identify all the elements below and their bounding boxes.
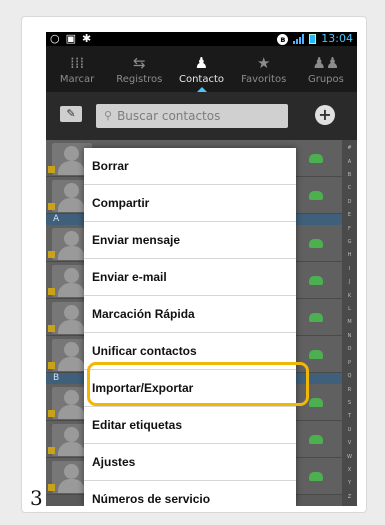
phone-icon[interactable]	[309, 472, 323, 481]
tab-label: Favoritos	[241, 74, 287, 85]
alphabet-index-letter[interactable]: K	[348, 293, 351, 299]
contact-badge	[48, 484, 55, 491]
search-input[interactable]: ⚲ Buscar contactos	[96, 104, 288, 128]
contact-badge	[48, 325, 55, 332]
contact-badge	[48, 203, 55, 210]
alphabet-index-letter[interactable]: U	[348, 427, 352, 433]
alphabet-index-letter[interactable]: Q	[348, 374, 352, 379]
menu-item-marcacion-rapida[interactable]: Marcación Rápida	[84, 296, 296, 333]
phone-icon[interactable]	[309, 191, 323, 200]
android-icon: ✱	[82, 32, 92, 45]
phone-icon[interactable]	[309, 154, 323, 163]
alphabet-index-letter[interactable]: J	[349, 280, 350, 285]
contact-badge	[48, 166, 55, 173]
contact-badge	[48, 362, 55, 369]
phone-icon[interactable]	[309, 239, 323, 248]
alphabet-index-letter[interactable]: R	[348, 387, 351, 393]
alphabet-index-letter[interactable]: C	[348, 186, 352, 191]
tab-grupos[interactable]: ♟♟ Grupos	[295, 46, 357, 92]
dialpad-icon: ⁞⁞⁞	[69, 54, 85, 72]
alphabet-index-letter[interactable]: N	[348, 333, 352, 339]
person-icon: ♟	[194, 54, 209, 72]
alphabet-index-letter[interactable]: P	[348, 360, 351, 366]
alphabet-index-letter[interactable]: O	[348, 347, 352, 352]
star-icon: ★	[256, 54, 271, 72]
tab-label: Grupos	[307, 74, 344, 85]
contact-badge	[48, 410, 55, 417]
menu-item-unificar-contactos[interactable]: Unificar contactos	[84, 333, 296, 370]
menu-item-editar-etiquetas[interactable]: Editar etiquetas	[84, 407, 296, 444]
alphabet-index-letter[interactable]: Z	[348, 494, 351, 500]
signal-icon	[293, 34, 305, 44]
menu-item-borrar[interactable]: Borrar	[84, 148, 296, 185]
page: 3 ○ ▣ ✱ ʙ 13:04 ⁞⁞⁞ Marcar ⇆ Registros ♟…	[0, 0, 385, 525]
group-icon: ♟♟	[312, 54, 340, 72]
step-number: 3	[30, 486, 43, 510]
alphabet-index[interactable]: # A B C D E F G H I J K L M N O P Q R S T U V W X Y Z	[342, 140, 357, 506]
contact-badge	[48, 447, 55, 454]
alphabet-index-letter[interactable]: T	[348, 414, 351, 419]
menu-item-numeros-de-servicio[interactable]: Números de servicio	[84, 481, 296, 506]
compose-message-icon[interactable]: ✎	[60, 106, 82, 122]
contact-badge	[48, 288, 55, 295]
add-contact-button[interactable]: +	[315, 105, 335, 125]
alphabet-index-letter[interactable]: H	[348, 253, 352, 258]
tab-label: Contacto	[178, 74, 225, 85]
alphabet-index-letter[interactable]: X	[348, 467, 351, 473]
phone-icon[interactable]	[309, 313, 323, 322]
bluetooth-icon: ʙ	[277, 33, 289, 45]
alphabet-index-letter[interactable]: D	[348, 199, 352, 205]
phone-icon[interactable]	[309, 350, 323, 359]
tab-registros[interactable]: ⇆ Registros	[108, 46, 170, 92]
alphabet-index-letter[interactable]: V	[348, 441, 351, 446]
menu-item-enviar-email[interactable]: Enviar e-mail	[84, 259, 296, 296]
phone-icon[interactable]	[309, 398, 323, 407]
circle-outline-icon: ○	[50, 32, 60, 45]
phone-icon[interactable]	[309, 435, 323, 444]
image-icon: ▣	[65, 32, 77, 45]
contact-badge	[48, 251, 55, 258]
swap-arrows-icon: ⇆	[133, 54, 146, 72]
phone-screen: ○ ▣ ✱ ʙ 13:04 ⁞⁞⁞ Marcar ⇆ Registros ♟ C…	[46, 32, 357, 506]
tab-bar: ⁞⁞⁞ Marcar ⇆ Registros ♟ Contacto ★ Favo…	[46, 46, 357, 92]
phone-icon[interactable]	[309, 276, 323, 285]
tab-label: Marcar	[59, 74, 95, 85]
status-bar: ○ ▣ ✱ ʙ 13:04	[46, 32, 357, 46]
search-row: ✎ ⚲ Buscar contactos +	[46, 92, 357, 140]
alphabet-index-letter[interactable]: S	[348, 400, 351, 406]
alphabet-index-letter[interactable]: W	[347, 454, 352, 460]
alphabet-index-letter[interactable]: G	[348, 240, 352, 245]
tab-marcar[interactable]: ⁞⁞⁞ Marcar	[46, 46, 108, 92]
alphabet-index-letter[interactable]: #	[347, 146, 351, 151]
alphabet-index-letter[interactable]: B	[348, 173, 351, 178]
alphabet-index-letter[interactable]: F	[348, 226, 351, 232]
menu-item-importar-exportar[interactable]: Importar/Exportar	[84, 370, 296, 407]
search-placeholder: Buscar contactos	[117, 109, 221, 123]
alphabet-index-letter[interactable]: L	[348, 307, 351, 312]
battery-icon	[309, 34, 317, 44]
alphabet-index-letter[interactable]: Y	[348, 481, 351, 486]
context-menu: Borrar Compartir Enviar mensaje Enviar e…	[84, 148, 296, 506]
menu-item-enviar-mensaje[interactable]: Enviar mensaje	[84, 222, 296, 259]
tab-favoritos[interactable]: ★ Favoritos	[233, 46, 295, 92]
tab-label: Registros	[116, 74, 163, 85]
menu-item-ajustes[interactable]: Ajustes	[84, 444, 296, 481]
alphabet-index-letter[interactable]: M	[347, 320, 351, 325]
search-icon: ⚲	[104, 109, 113, 122]
alphabet-index-letter[interactable]: E	[348, 213, 351, 218]
alphabet-index-letter[interactable]: I	[349, 266, 350, 272]
status-time: 13:04	[321, 32, 353, 45]
tab-contacto[interactable]: ♟ Contacto	[170, 46, 232, 92]
menu-item-compartir[interactable]: Compartir	[84, 185, 296, 222]
alphabet-index-letter[interactable]: A	[348, 159, 351, 165]
